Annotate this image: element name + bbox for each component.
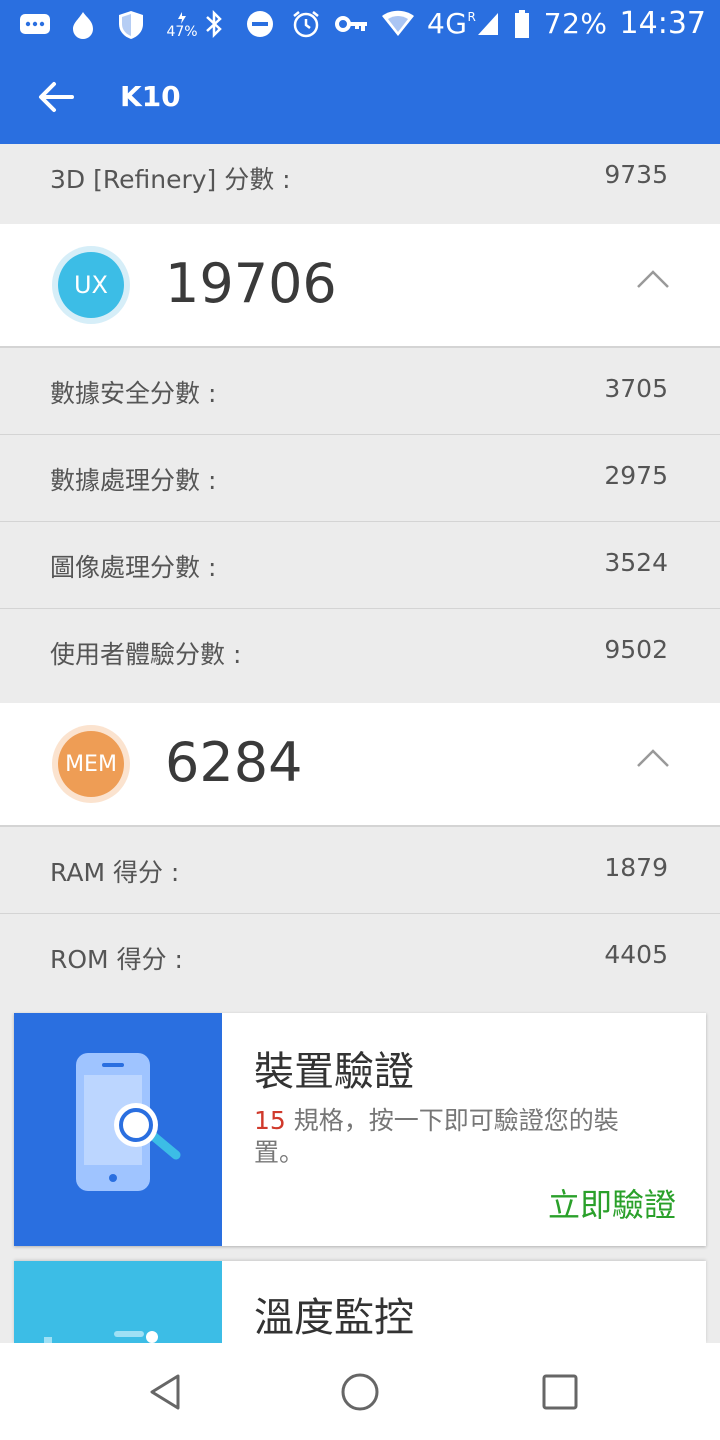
score-row: 數據處理分數 : 2975 — [0, 435, 720, 523]
mem-badge-text: MEM — [65, 751, 117, 777]
navigation-bar — [0, 1343, 720, 1440]
ux-badge-text: UX — [73, 271, 108, 299]
nav-back-button[interactable] — [144, 1371, 186, 1413]
nav-home-button[interactable] — [339, 1371, 381, 1413]
score-row: ROM 得分 : 4405 — [0, 914, 720, 1000]
score-label: 3D [Refinery] 分數 : — [50, 165, 291, 194]
message-icon — [18, 8, 52, 42]
battery-small-text: 47% — [166, 24, 198, 40]
device-verify-card[interactable]: 裝置驗證 15 規格，按一下即可驗證您的裝置。 立即驗證 — [14, 1013, 706, 1246]
alarm-icon — [289, 7, 323, 41]
battery-percent-text: 72% — [543, 7, 608, 40]
shield-icon — [114, 8, 148, 42]
score-label: RAM 得分 : — [50, 858, 180, 887]
app-bar: K10 — [0, 50, 720, 144]
score-row: 使用者體驗分數 : 9502 — [0, 609, 720, 703]
back-button[interactable] — [36, 77, 76, 117]
score-row: 圖像處理分數 : 3524 — [0, 522, 720, 610]
score-row: 數據安全分數 : 3705 — [0, 348, 720, 436]
score-label: 數據安全分數 : — [50, 379, 217, 408]
do-not-disturb-icon — [243, 7, 277, 41]
score-label: ROM 得分 : — [50, 945, 183, 974]
page-title: K10 — [120, 80, 181, 113]
mem-badge: MEM — [52, 725, 130, 803]
score-row: RAM 得分 : 1879 — [0, 827, 720, 915]
score-value: 3705 — [604, 374, 668, 403]
score-value: 1879 — [604, 853, 668, 882]
flame-icon — [66, 8, 100, 42]
chevron-up-icon[interactable] — [636, 269, 670, 289]
mem-total-score: 6284 — [165, 731, 303, 794]
thermometer-icon — [44, 1331, 158, 1343]
triangle-back-icon — [150, 1374, 180, 1410]
card-title: 溫度監控 — [254, 1295, 414, 1341]
ux-badge: UX — [52, 246, 130, 324]
card-description: 15 規格，按一下即可驗證您的裝置。 — [254, 1105, 664, 1169]
score-value: 4405 — [604, 940, 668, 969]
temperature-illustration — [14, 1261, 222, 1343]
temperature-monitor-card[interactable]: 溫度監控 — [14, 1261, 706, 1343]
wifi-icon — [381, 7, 415, 41]
card-description-text: 規格，按一下即可驗證您的裝置。 — [254, 1106, 619, 1167]
network-type-text: 4G — [426, 7, 468, 40]
score-label: 數據處理分數 : — [50, 466, 217, 495]
phone-search-icon — [76, 1053, 181, 1191]
ux-section-header[interactable]: UX 19706 — [0, 224, 720, 348]
vpn-key-icon — [334, 7, 369, 41]
ux-total-score: 19706 — [165, 252, 337, 315]
spec-count: 15 — [254, 1106, 286, 1135]
chevron-up-icon[interactable] — [636, 748, 670, 768]
device-verify-illustration — [14, 1013, 222, 1246]
score-value: 2975 — [604, 461, 668, 490]
score-label: 圖像處理分數 : — [50, 553, 217, 582]
score-value: 9502 — [604, 635, 668, 664]
score-value: 3524 — [604, 548, 668, 577]
bluetooth-icon — [197, 7, 231, 41]
status-bar: 47% 4G R 72% 14:37 — [0, 0, 720, 50]
circle-home-icon — [341, 1373, 379, 1411]
score-label: 使用者體驗分數 : — [50, 640, 242, 669]
mem-section-header[interactable]: MEM 6284 — [0, 703, 720, 827]
square-recents-icon — [542, 1374, 578, 1410]
card-title: 裝置驗證 — [254, 1049, 414, 1095]
verify-now-button[interactable]: 立即驗證 — [548, 1180, 676, 1226]
clock-text: 14:37 — [619, 6, 706, 41]
battery-icon — [512, 7, 532, 41]
score-value: 9735 — [604, 160, 668, 189]
score-row-3d-refinery: 3D [Refinery] 分數 : 9735 — [0, 144, 720, 224]
nav-recents-button[interactable] — [539, 1371, 581, 1413]
signal-icon — [477, 12, 498, 35]
arrow-left-icon — [39, 82, 74, 112]
